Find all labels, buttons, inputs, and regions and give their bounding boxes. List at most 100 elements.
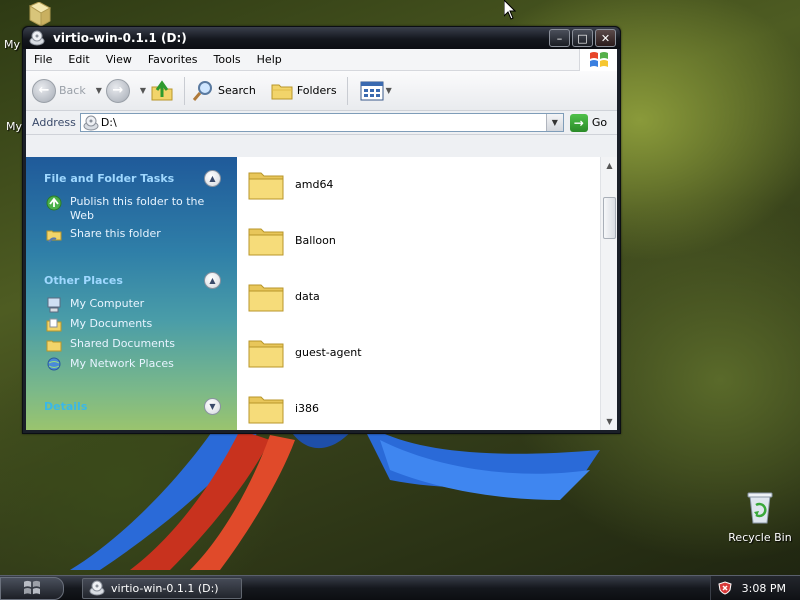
go-button[interactable]: → Go <box>569 113 608 132</box>
explorer-window[interactable]: virtio-win-0.1.1 (D:) – □ ✕ File Edit Vi… <box>22 26 621 434</box>
menu-edit[interactable]: Edit <box>60 53 97 66</box>
address-bar: Address D:\ ▼ → Go <box>26 111 617 135</box>
desktop-documents-icon[interactable] <box>24 2 54 26</box>
title-bar[interactable]: virtio-win-0.1.1 (D:) – □ ✕ <box>23 27 620 49</box>
window-title: virtio-win-0.1.1 (D:) <box>53 31 187 45</box>
views-icon <box>360 81 384 100</box>
folder-item[interactable]: data <box>247 277 320 315</box>
menu-favorites[interactable]: Favorites <box>140 53 206 66</box>
menu-file[interactable]: File <box>26 53 60 66</box>
my-computer-icon <box>47 297 61 313</box>
taskbar-explorer-title: virtio-win-0.1.1 (D:) <box>111 581 219 595</box>
vertical-scrollbar[interactable]: ▲ ▼ <box>600 157 617 430</box>
folder-item[interactable]: amd64 <box>247 165 333 203</box>
place-my-documents[interactable]: My Documents <box>46 317 221 333</box>
wallpaper-bird <box>70 420 600 570</box>
folder-name: amd64 <box>295 177 334 191</box>
share-folder-icon <box>46 230 62 243</box>
details-section: Details ▼ <box>44 397 221 415</box>
place-my-computer[interactable]: My Computer <box>46 297 221 313</box>
taskbar-explorer-button[interactable]: virtio-win-0.1.1 (D:) <box>82 577 242 599</box>
go-arrow-icon: → <box>569 113 588 132</box>
other-places-section: Other Places ▲ My Computer My Documents … <box>44 271 221 373</box>
folder-item[interactable]: guest-agent <box>247 333 362 371</box>
task-pane: File and Folder Tasks ▲ Publish this fol… <box>26 157 237 430</box>
start-flag-icon <box>24 580 40 595</box>
my-documents-icon <box>46 318 62 332</box>
address-dropdown-icon[interactable]: ▼ <box>545 114 563 131</box>
address-input[interactable]: D:\ ▼ <box>79 113 564 132</box>
system-tray: 3:08 PM <box>710 576 800 600</box>
expand-icon[interactable]: ▼ <box>204 397 221 415</box>
mouse-cursor-icon <box>504 0 516 20</box>
place-my-network-label: My Network Places <box>70 357 174 370</box>
collapse-icon[interactable]: ▲ <box>204 169 221 187</box>
go-label: Go <box>591 116 608 129</box>
taskbar: virtio-win-0.1.1 (D:) 3:08 PM <box>0 575 800 600</box>
toolbar-separator-2 <box>346 76 348 105</box>
back-label: Back <box>59 84 86 97</box>
task-share-label: Share this folder <box>70 227 161 240</box>
scroll-thumb[interactable] <box>603 197 616 239</box>
folder-name: data <box>295 289 320 303</box>
address-drive-icon <box>83 115 99 130</box>
toolbar-separator <box>184 76 186 105</box>
up-folder-button[interactable] <box>150 79 174 103</box>
folder-name: i386 <box>295 401 320 415</box>
windows-logo <box>579 49 617 71</box>
address-label: Address <box>32 116 76 129</box>
collapse-icon[interactable]: ▲ <box>204 271 221 289</box>
other-places-title[interactable]: Other Places <box>44 274 123 287</box>
menu-help[interactable]: Help <box>249 53 290 66</box>
back-arrow-icon: ← <box>32 78 56 103</box>
minimize-button[interactable]: – <box>549 29 570 47</box>
maximize-button[interactable]: □ <box>572 29 593 47</box>
back-button[interactable]: ← Back <box>32 78 86 103</box>
task-publish-label: Publish this folder to the Web <box>70 195 205 222</box>
search-label: Search <box>218 84 256 97</box>
back-dropdown-icon[interactable]: ▼ <box>96 86 102 95</box>
close-button[interactable]: ✕ <box>595 29 616 47</box>
start-button[interactable] <box>0 576 64 600</box>
scroll-up-icon[interactable]: ▲ <box>601 157 617 174</box>
desktop-label-my-2[interactable]: My <box>6 120 22 133</box>
search-icon <box>192 80 213 101</box>
desktop-label-my-1[interactable]: My <box>4 38 20 51</box>
forward-dropdown-icon[interactable]: ▼ <box>140 86 146 95</box>
search-button[interactable]: Search <box>191 79 256 103</box>
scroll-down-icon[interactable]: ▼ <box>601 413 617 430</box>
folder-icon <box>248 172 284 200</box>
folder-item[interactable]: i386 <box>247 389 319 427</box>
content-area: File and Folder Tasks ▲ Publish this fol… <box>26 157 617 430</box>
security-shield-icon[interactable] <box>718 581 732 595</box>
menu-tools[interactable]: Tools <box>206 53 249 66</box>
details-title[interactable]: Details <box>44 400 87 413</box>
place-shared-documents-label: Shared Documents <box>70 337 175 350</box>
place-my-network[interactable]: My Network Places <box>46 357 221 373</box>
task-share-folder[interactable]: Share this folder <box>46 227 221 243</box>
folder-icon <box>248 340 284 368</box>
folder-icon <box>248 284 284 312</box>
views-button[interactable]: ▼ <box>360 81 396 101</box>
file-list: amd64 Balloon data guest-agent i386 ▲ ▼ <box>237 157 617 430</box>
folder-item[interactable]: Balloon <box>247 221 336 259</box>
folders-label: Folders <box>296 84 337 97</box>
shared-documents-icon <box>46 340 62 352</box>
publish-web-icon <box>46 195 62 211</box>
clock[interactable]: 3:08 PM <box>742 582 786 595</box>
menu-view[interactable]: View <box>98 53 140 66</box>
recycle-bin-label: Recycle Bin <box>728 531 792 544</box>
forward-button[interactable]: → <box>105 78 130 103</box>
folders-button[interactable]: Folders <box>270 79 337 103</box>
file-folder-tasks-section: File and Folder Tasks ▲ Publish this fol… <box>44 169 221 243</box>
task-publish-folder[interactable]: Publish this folder to the Web <box>46 195 221 223</box>
forward-arrow-icon: → <box>105 78 130 103</box>
place-shared-documents[interactable]: Shared Documents <box>46 337 221 353</box>
up-folder-icon <box>151 79 173 100</box>
recycle-bin[interactable]: Recycle Bin <box>728 490 792 544</box>
folder-icon <box>248 396 284 424</box>
windows-flag-icon <box>589 52 608 67</box>
address-value: D:\ <box>100 116 117 129</box>
taskbar-cd-drive-icon <box>89 580 105 596</box>
file-folder-tasks-title[interactable]: File and Folder Tasks <box>44 172 174 185</box>
